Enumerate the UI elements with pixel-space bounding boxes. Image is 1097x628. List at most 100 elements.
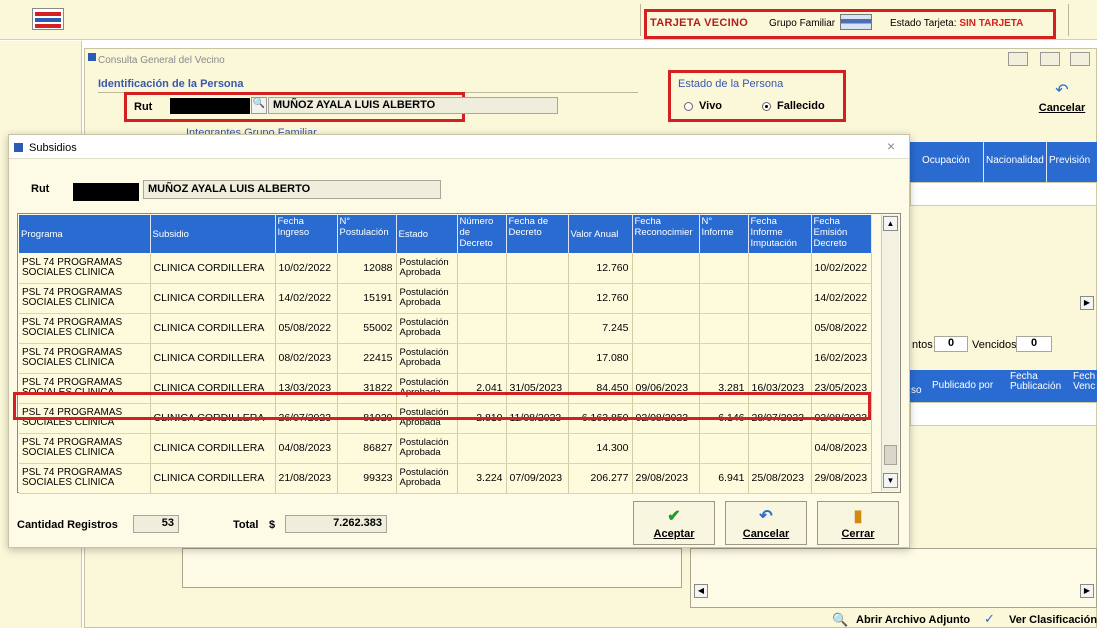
cell-n-informe[interactable]: 6.941 bbox=[699, 463, 749, 494]
cell-subsidio[interactable]: CLINICA CORDILLERA bbox=[150, 253, 276, 284]
cell-fecha-decreto[interactable] bbox=[506, 253, 569, 284]
scroll-right-icon[interactable]: ▶ bbox=[1080, 584, 1094, 598]
grupo-familiar-icon[interactable] bbox=[840, 14, 872, 30]
col-estado[interactable]: Estado bbox=[396, 215, 458, 253]
cell-subsidio[interactable]: CLINICA CORDILLERA bbox=[150, 283, 276, 314]
cell-programa[interactable]: PSL 74 PROGRAMAS SOCIALES CLINICA bbox=[19, 283, 151, 314]
cell-programa[interactable]: PSL 74 PROGRAMAS SOCIALES CLINICA bbox=[19, 343, 151, 374]
cell-fecha-emision[interactable]: 14/02/2022 bbox=[811, 283, 872, 314]
cell-fecha-decreto[interactable]: 07/09/2023 bbox=[506, 463, 569, 494]
col-fecha-emision[interactable]: Fecha Emisión Decreto bbox=[811, 215, 872, 253]
table-row[interactable]: PSL 74 PROGRAMAS SOCIALES CLINICA CLINICA… bbox=[19, 283, 872, 314]
cell-programa[interactable]: PSL 74 PROGRAMAS SOCIALES CLINICA bbox=[19, 463, 151, 494]
cancelar-button[interactable]: ↶ Cancelar bbox=[725, 501, 807, 545]
cell-fecha-decreto[interactable]: 31/05/2023 bbox=[506, 373, 569, 404]
cell-estado[interactable]: Postulación Aprobada bbox=[396, 403, 458, 434]
rut-input[interactable] bbox=[170, 98, 250, 114]
cell-subsidio[interactable]: CLINICA CORDILLERA bbox=[150, 403, 276, 434]
cell-fecha-emision[interactable]: 29/08/2023 bbox=[811, 463, 872, 494]
cell-n-informe[interactable] bbox=[699, 343, 749, 374]
cell-n-postulacion[interactable]: 15191 bbox=[337, 283, 397, 314]
cell-subsidio[interactable]: CLINICA CORDILLERA bbox=[150, 463, 276, 494]
cerrar-button[interactable]: ▮ Cerrar bbox=[817, 501, 899, 545]
right-grid-row[interactable] bbox=[910, 182, 1097, 206]
cell-n-informe[interactable] bbox=[699, 283, 749, 314]
cell-fecha-informe[interactable] bbox=[748, 433, 812, 464]
cell-estado[interactable]: Postulación Aprobada bbox=[396, 463, 458, 494]
cell-fecha-informe[interactable] bbox=[748, 253, 812, 284]
aceptar-button[interactable]: ✔ Aceptar bbox=[633, 501, 715, 545]
cell-n-postulacion[interactable]: 55002 bbox=[337, 313, 397, 344]
col-fecha-decreto[interactable]: Fecha de Decreto bbox=[506, 215, 569, 253]
cell-programa[interactable]: PSL 74 PROGRAMAS SOCIALES CLINICA bbox=[19, 433, 151, 464]
cell-programa[interactable]: PSL 74 PROGRAMAS SOCIALES CLINICA bbox=[19, 253, 151, 284]
cell-fecha-decreto[interactable] bbox=[506, 313, 569, 344]
cell-fecha-reconocimiento[interactable] bbox=[632, 253, 700, 284]
cell-n-informe[interactable]: 3.281 bbox=[699, 373, 749, 404]
scroll-right-icon[interactable]: ▶ bbox=[1080, 296, 1094, 310]
cell-fecha-reconocimiento[interactable]: 09/06/2023 bbox=[632, 373, 700, 404]
cell-numero-decreto[interactable] bbox=[457, 283, 507, 314]
col-programa[interactable]: Programa bbox=[19, 215, 151, 253]
table-row[interactable]: PSL 74 PROGRAMAS SOCIALES CLINICA CLINICA… bbox=[19, 253, 872, 284]
col-n-postulacion[interactable]: N° Postulación bbox=[337, 215, 397, 253]
cell-valor-anual[interactable]: 12.760 bbox=[568, 283, 633, 314]
cell-valor-anual[interactable]: 14.300 bbox=[568, 433, 633, 464]
cell-valor-anual[interactable]: 84.450 bbox=[568, 373, 633, 404]
table-row[interactable]: PSL 74 PROGRAMAS SOCIALES CLINICA CLINICA… bbox=[19, 433, 872, 464]
cell-fecha-ingreso[interactable]: 04/08/2023 bbox=[275, 433, 338, 464]
radio-vivo-icon[interactable] bbox=[684, 101, 693, 111]
table-row[interactable]: PSL 74 PROGRAMAS SOCIALES CLINICA CLINICA… bbox=[19, 463, 872, 494]
cell-valor-anual[interactable]: 6.163.850 bbox=[568, 403, 633, 434]
cell-fecha-ingreso[interactable]: 10/02/2022 bbox=[275, 253, 338, 284]
cell-fecha-decreto[interactable]: 11/08/2023 bbox=[506, 403, 569, 434]
cell-fecha-reconocimiento[interactable] bbox=[632, 433, 700, 464]
minimize-button[interactable] bbox=[1008, 52, 1028, 66]
cell-fecha-reconocimiento[interactable] bbox=[632, 343, 700, 374]
abrir-archivo-button[interactable]: Abrir Archivo Adjunto bbox=[856, 614, 970, 626]
radio-fallecido[interactable]: Fallecido bbox=[762, 100, 825, 112]
cell-fecha-emision[interactable]: 23/05/2023 bbox=[811, 373, 872, 404]
cell-valor-anual[interactable]: 7.245 bbox=[568, 313, 633, 344]
cell-numero-decreto[interactable]: 2.041 bbox=[457, 373, 507, 404]
cell-programa[interactable]: PSL 74 PROGRAMAS SOCIALES CLINICA bbox=[19, 373, 151, 404]
cell-fecha-informe[interactable] bbox=[748, 283, 812, 314]
app-logo[interactable] bbox=[32, 8, 64, 30]
cell-n-informe[interactable] bbox=[699, 313, 749, 344]
col-valor-anual[interactable]: Valor Anual bbox=[568, 215, 633, 253]
cell-estado[interactable]: Postulación Aprobada bbox=[396, 373, 458, 404]
cell-subsidio[interactable]: CLINICA CORDILLERA bbox=[150, 433, 276, 464]
cell-n-postulacion[interactable]: 31822 bbox=[337, 373, 397, 404]
scroll-left-icon[interactable]: ◀ bbox=[694, 584, 708, 598]
ver-clasificacion-button[interactable]: Ver Clasificación bbox=[1009, 614, 1097, 626]
lower-grid-row[interactable] bbox=[910, 402, 1097, 426]
col-subsidio[interactable]: Subsidio bbox=[150, 215, 276, 253]
cell-fecha-ingreso[interactable]: 08/02/2023 bbox=[275, 343, 338, 374]
cell-numero-decreto[interactable] bbox=[457, 433, 507, 464]
cell-n-informe[interactable]: 6.146 bbox=[699, 403, 749, 434]
radio-fallecido-icon[interactable] bbox=[762, 101, 771, 111]
cell-fecha-ingreso[interactable]: 21/08/2023 bbox=[275, 463, 338, 494]
cell-fecha-informe[interactable] bbox=[748, 343, 812, 374]
table-row[interactable]: PSL 74 PROGRAMAS SOCIALES CLINICA CLINICA… bbox=[19, 403, 872, 434]
dialog-close-icon[interactable]: × bbox=[887, 138, 895, 154]
cell-subsidio[interactable]: CLINICA CORDILLERA bbox=[150, 313, 276, 344]
cell-estado[interactable]: Postulación Aprobada bbox=[396, 283, 458, 314]
table-row[interactable]: PSL 74 PROGRAMAS SOCIALES CLINICA CLINICA… bbox=[19, 373, 872, 404]
scroll-down-icon[interactable]: ▼ bbox=[883, 473, 898, 488]
cell-fecha-informe[interactable]: 16/03/2023 bbox=[748, 373, 812, 404]
cell-n-postulacion[interactable]: 22415 bbox=[337, 343, 397, 374]
cell-programa[interactable]: PSL 74 PROGRAMAS SOCIALES CLINICA bbox=[19, 403, 151, 434]
cell-numero-decreto[interactable] bbox=[457, 313, 507, 344]
col-fecha-ingreso[interactable]: Fecha Ingreso bbox=[275, 215, 338, 253]
scroll-thumb[interactable] bbox=[884, 445, 897, 465]
cell-valor-anual[interactable]: 12.760 bbox=[568, 253, 633, 284]
table-row[interactable]: PSL 74 PROGRAMAS SOCIALES CLINICA CLINICA… bbox=[19, 313, 872, 344]
cell-subsidio[interactable]: CLINICA CORDILLERA bbox=[150, 373, 276, 404]
cell-fecha-ingreso[interactable]: 14/02/2022 bbox=[275, 283, 338, 314]
cell-fecha-reconocimiento[interactable]: 02/08/2023 bbox=[632, 403, 700, 434]
cell-fecha-informe[interactable]: 28/07/2023 bbox=[748, 403, 812, 434]
cell-n-informe[interactable] bbox=[699, 433, 749, 464]
cell-fecha-emision[interactable]: 04/08/2023 bbox=[811, 433, 872, 464]
cell-n-informe[interactable] bbox=[699, 253, 749, 284]
